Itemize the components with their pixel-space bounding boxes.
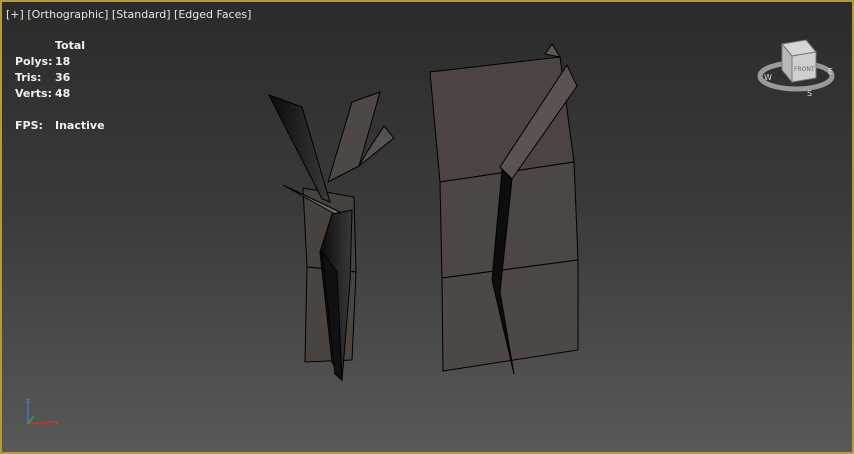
- scene-canvas[interactable]: [2, 2, 852, 452]
- mesh-face: [327, 91, 381, 183]
- viewcube-front-label: FRONT: [794, 66, 815, 73]
- compass-east-label: E: [828, 67, 833, 76]
- x-axis-line: [27, 421, 55, 425]
- viewcube[interactable]: FRONT W E S: [754, 36, 838, 100]
- z-axis-label: z: [26, 397, 30, 405]
- mesh-object-right[interactable]: [429, 43, 579, 375]
- compass-south-label: S: [807, 89, 812, 98]
- mesh-object-left[interactable]: [267, 91, 395, 382]
- mesh-face: [267, 94, 331, 203]
- compass-west-label: W: [764, 73, 772, 82]
- viewport[interactable]: [+] [Orthographic] [Standard] [Edged Fac…: [0, 0, 854, 454]
- axis-tripod: z x: [18, 396, 62, 430]
- mesh-face: [544, 43, 562, 58]
- x-axis-label: x: [55, 419, 59, 427]
- y-axis-line: [27, 415, 35, 425]
